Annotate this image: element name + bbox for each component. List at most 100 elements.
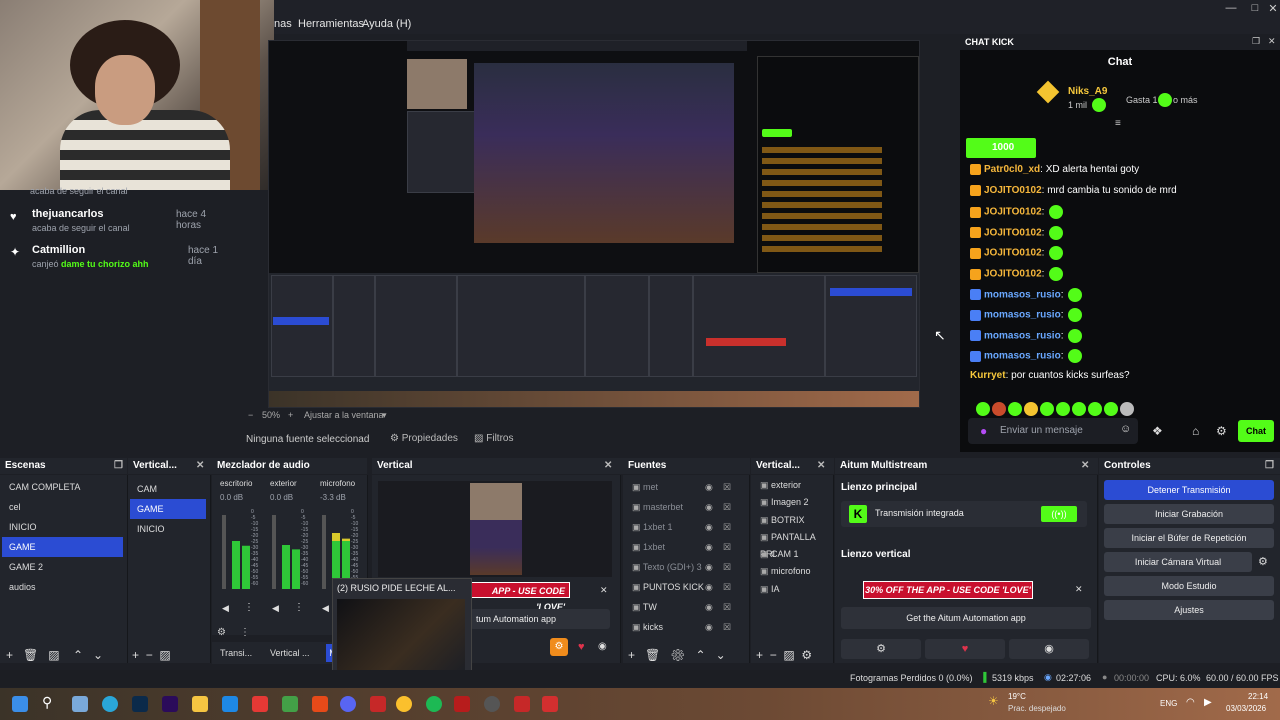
list-item[interactable]: GAME xyxy=(2,537,123,557)
float-icon[interactable]: ❐ xyxy=(1252,36,1260,47)
settings-icon[interactable]: ⚙ xyxy=(1216,424,1227,438)
properties-button[interactable]: ⚙ Propiedades xyxy=(390,433,458,444)
settings-icon[interactable]: ⚙ xyxy=(1258,555,1268,568)
settings-button[interactable]: Ajustes xyxy=(1104,600,1274,620)
promo-banner[interactable]: 30% OFF THE APP - USE CODE 'LOVE' xyxy=(863,581,1033,599)
list-item[interactable]: audios xyxy=(2,577,123,597)
add-icon[interactable]: + xyxy=(132,648,139,662)
zoom-fit-select[interactable]: Ajustar a la ventana xyxy=(304,410,384,420)
remove-icon[interactable]: − xyxy=(146,648,153,662)
lock-icon[interactable]: ☒ xyxy=(723,617,731,637)
chat-username[interactable]: Kurryet xyxy=(970,370,1006,381)
settings-icon[interactable]: ⚙ xyxy=(841,639,921,659)
chevron-up-icon[interactable]: ⌃ xyxy=(73,648,83,662)
speaker-icon[interactable]: ◀ xyxy=(322,603,329,614)
lock-icon[interactable]: ☒ xyxy=(723,497,731,517)
edge-icon[interactable] xyxy=(102,696,118,712)
chat-input[interactable]: ● Enviar un mensaje ☺ xyxy=(968,418,1138,444)
lock-icon[interactable]: ☒ xyxy=(723,537,731,557)
discord-icon[interactable]: ◉ xyxy=(598,641,607,652)
list-item[interactable]: INICIO xyxy=(130,519,206,539)
obs-icon[interactable] xyxy=(484,696,500,712)
get-aitum-app-button[interactable]: Get the Aitum Automation app xyxy=(841,607,1091,629)
chevron-down-icon[interactable]: ⌄ xyxy=(93,648,103,662)
list-item[interactable]: cel xyxy=(2,497,123,517)
settings-icon[interactable]: ⚙ xyxy=(217,627,226,638)
source-row[interactable]: ▣ 1xbet 1 ◉ ☒ xyxy=(625,517,745,537)
volume-icon[interactable]: ▶ xyxy=(1204,697,1212,708)
vertical-canvas[interactable] xyxy=(378,481,612,577)
brave-icon[interactable] xyxy=(312,696,328,712)
source-row[interactable]: ▣ TW ◉ ☒ xyxy=(625,597,745,617)
trash-icon[interactable]: 🗑 xyxy=(645,648,660,662)
trash-icon[interactable]: 🗑 xyxy=(23,648,38,662)
lock-icon[interactable]: ☒ xyxy=(723,517,731,537)
premiere-icon[interactable] xyxy=(162,696,178,712)
add-icon[interactable]: + xyxy=(756,648,763,662)
search-icon[interactable]: ⚲ xyxy=(42,694,52,711)
kebab-icon[interactable]: ⋮ xyxy=(240,627,250,638)
chat-username[interactable]: JOJITO0102 xyxy=(984,227,1042,238)
spotify-icon[interactable] xyxy=(426,696,442,712)
app-icon[interactable] xyxy=(252,696,268,712)
chat-username[interactable]: JOJITO0102 xyxy=(984,207,1042,218)
volume-slider[interactable] xyxy=(222,515,226,589)
chevron-up-icon[interactable]: ⌃ xyxy=(696,648,706,662)
chat-send-button[interactable]: Chat xyxy=(1238,420,1274,442)
app-icon[interactable] xyxy=(370,696,386,712)
apps-icon[interactable]: ❖ xyxy=(1152,424,1163,438)
lock-icon[interactable]: ☒ xyxy=(723,557,731,577)
volume-slider[interactable] xyxy=(272,515,276,589)
minimize-icon[interactable]: — xyxy=(1220,2,1242,14)
chat-username[interactable]: JOJITO0102 xyxy=(984,185,1042,196)
app-icon[interactable] xyxy=(514,696,530,712)
chat-username[interactable]: momasos_rusio xyxy=(984,330,1061,341)
list-item[interactable]: GAME xyxy=(130,499,206,519)
list-item[interactable]: ▣ CAM 1 xyxy=(753,546,831,563)
tab-transitions[interactable]: Transi... xyxy=(220,648,252,658)
close-icon[interactable]: ✕ xyxy=(196,458,204,474)
start-virtual-camera-button[interactable]: Iniciar Cámara Virtual xyxy=(1104,552,1252,572)
list-item[interactable]: ▣ PANTALLA PRI xyxy=(753,529,831,559)
stream-toggle-icon[interactable]: ((•)) xyxy=(1041,506,1077,522)
minecraft-icon[interactable] xyxy=(282,696,298,712)
list-item[interactable]: ▣ microfono xyxy=(753,563,831,580)
source-row[interactable]: ▣ met ◉ ☒ xyxy=(625,477,745,497)
visibility-icon[interactable]: ◉ xyxy=(705,617,713,637)
discord-icon[interactable] xyxy=(340,696,356,712)
microphone-icon[interactable]: ● xyxy=(980,424,987,438)
gifter-name[interactable]: Niks_A9 xyxy=(1068,86,1107,97)
chevron-down-icon[interactable]: ≡ xyxy=(1115,118,1121,129)
folder-icon[interactable] xyxy=(192,696,208,712)
menu-item-ayuda[interactable]: Ayuda (H) xyxy=(362,18,411,30)
emoji-icon[interactable]: ☺ xyxy=(1120,423,1131,435)
wifi-icon[interactable]: ◠ xyxy=(1186,697,1195,708)
list-item[interactable]: CAM xyxy=(130,479,206,499)
settings-icon[interactable]: ⚙ xyxy=(670,648,685,662)
visibility-icon[interactable]: ◉ xyxy=(705,597,713,617)
list-item[interactable]: ▣ BOTRIX xyxy=(753,512,831,529)
menu-item-herramientas[interactable]: Herramientas xyxy=(298,18,364,30)
promo-banner[interactable]: APP - USE CODE 'LOVE' xyxy=(470,582,570,612)
photoshop-icon[interactable] xyxy=(132,696,148,712)
add-icon[interactable]: + xyxy=(628,648,635,662)
visibility-icon[interactable]: ◉ xyxy=(705,537,713,557)
lock-icon[interactable]: ☒ xyxy=(723,577,731,597)
app-icon[interactable] xyxy=(222,696,238,712)
list-item[interactable]: ▣ IA xyxy=(753,581,831,598)
kebab-icon[interactable]: ⋮ xyxy=(294,602,304,613)
store-icon[interactable]: ⌂ xyxy=(1192,424,1199,438)
visibility-icon[interactable]: ◉ xyxy=(705,557,713,577)
visibility-icon[interactable]: ◉ xyxy=(705,577,713,597)
studio-mode-button[interactable]: Modo Estudio xyxy=(1104,576,1274,596)
float-icon[interactable]: ❐ xyxy=(1265,458,1274,474)
visibility-icon[interactable]: ◉ xyxy=(705,477,713,497)
chat-username[interactable]: JOJITO0102 xyxy=(984,248,1042,259)
float-icon[interactable]: ❐ xyxy=(114,458,123,474)
close-icon[interactable]: ✕ xyxy=(604,458,612,474)
app-icon[interactable] xyxy=(454,696,470,712)
remove-icon[interactable]: − xyxy=(770,648,777,662)
filter-icon[interactable]: ▨ xyxy=(48,648,59,662)
source-row[interactable]: ▣ kicks ◉ ☒ xyxy=(625,617,745,637)
close-icon[interactable]: ✕ xyxy=(1262,2,1280,15)
